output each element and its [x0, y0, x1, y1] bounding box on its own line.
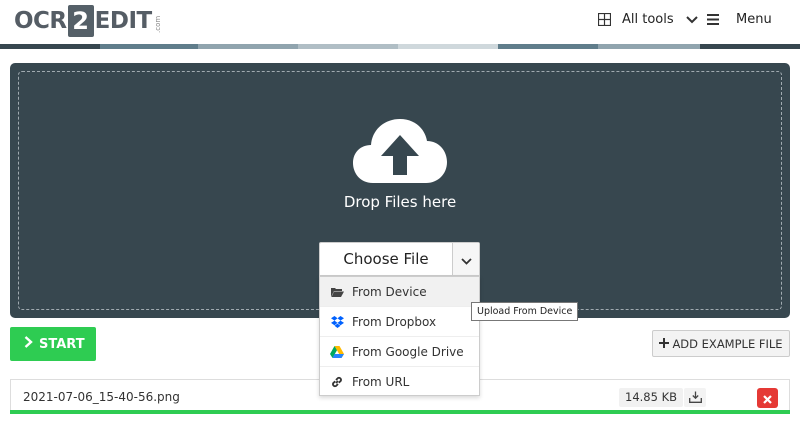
hamburger-icon: [707, 14, 719, 25]
upload-progress-fill: [10, 410, 790, 414]
menu-item-label: From Google Drive: [352, 344, 464, 359]
menu-item-label: From Dropbox: [352, 314, 437, 329]
menu-item-from-device[interactable]: From Device: [320, 277, 479, 307]
cloud-upload-icon: [353, 119, 447, 189]
logo-text-right: EDIT: [94, 8, 153, 34]
chevron-right-icon: [24, 336, 33, 352]
header-color-stripe: [0, 44, 800, 49]
choose-file-toggle[interactable]: [452, 243, 479, 275]
chevron-down-icon: [685, 15, 698, 24]
menu-item-from-dropbox[interactable]: From Dropbox: [320, 307, 479, 337]
choose-file-button[interactable]: Choose File: [320, 243, 452, 275]
stripe-segment: [598, 44, 700, 49]
delete-file-button[interactable]: [757, 388, 778, 408]
start-button[interactable]: START: [10, 327, 96, 361]
dropbox-icon: [330, 315, 344, 329]
menu-label: Menu: [736, 12, 772, 27]
file-name: 2021-07-06_15-40-56.png: [23, 390, 180, 404]
menu-button[interactable]: Menu: [707, 12, 772, 27]
drop-files-text: Drop Files here: [343, 193, 457, 211]
upload-progress-bar: [10, 410, 790, 414]
upload-source-menu: From Device From Dropbox From Google Dri…: [319, 276, 480, 396]
chevron-down-icon: [460, 250, 472, 269]
all-tools-button[interactable]: All tools: [598, 12, 698, 27]
stripe-segment: [298, 44, 398, 49]
folder-open-icon: [330, 285, 344, 299]
google-drive-icon: [330, 345, 344, 359]
choose-file-dropdown[interactable]: Choose File: [319, 242, 480, 276]
link-icon: [330, 375, 344, 389]
tray-download-icon: [688, 388, 702, 407]
file-size-badge: 14.85 KB: [619, 388, 684, 407]
stripe-segment: [700, 44, 800, 49]
header: OCR 2 EDIT .com All tools Menu: [0, 0, 800, 44]
menu-item-from-url[interactable]: From URL: [320, 367, 479, 397]
menu-item-from-google-drive[interactable]: From Google Drive: [320, 337, 479, 367]
menu-item-label: From URL: [352, 375, 410, 389]
start-label: START: [39, 336, 85, 352]
stripe-segment: [498, 44, 598, 49]
logo-text-left: OCR: [14, 8, 67, 34]
download-button[interactable]: [684, 388, 706, 407]
grid-icon: [598, 13, 611, 26]
menu-item-label: From Device: [352, 284, 427, 299]
stripe-segment: [100, 44, 198, 49]
stripe-segment: [398, 44, 498, 49]
close-icon: [763, 389, 772, 408]
all-tools-label: All tools: [622, 12, 674, 27]
logo-suffix: .com: [153, 15, 162, 33]
tooltip: Upload From Device: [471, 302, 579, 321]
plus-icon: [659, 337, 670, 351]
add-example-file-button[interactable]: ADD EXAMPLE FILE: [652, 330, 790, 357]
logo-number: 2: [67, 5, 94, 37]
logo[interactable]: OCR 2 EDIT .com: [14, 5, 162, 37]
stripe-segment: [0, 44, 100, 49]
add-example-file-label: ADD EXAMPLE FILE: [672, 336, 783, 351]
stripe-segment: [198, 44, 298, 49]
